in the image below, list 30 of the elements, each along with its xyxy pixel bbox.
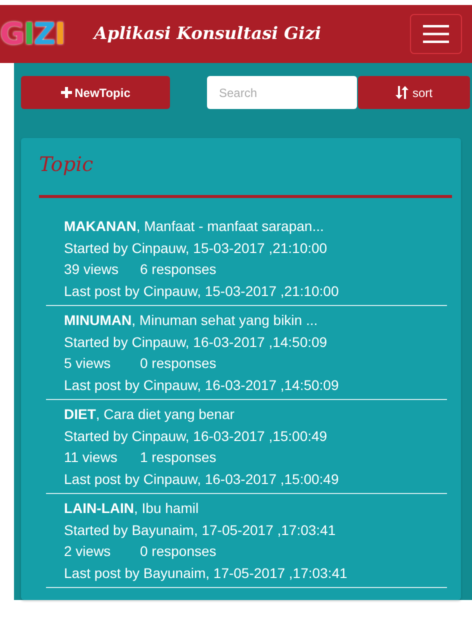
view-count: 2 views [64,542,112,561]
topic-title[interactable]: MAKANAN, Manfaat - manfaat sarapan... [64,216,447,238]
view-count: 11 views [64,448,118,467]
topic-title[interactable]: MINUMAN, Minuman sehat yang bikin ... [64,310,447,332]
app-title: Aplikasi Konsultasi Gizi [94,24,322,44]
topic-started: Started by Cinpauw, 15-03-2017 ,21:10:00 [64,238,328,258]
menu-button[interactable] [410,14,462,54]
view-count: 39 views [64,260,120,279]
topic-title[interactable]: LAIN-LAIN, Ibu hamil [64,498,447,520]
topic-started: Started by Bayunaim, 17-05-2017 ,17:03:41 [64,520,337,540]
topic-started: Started by Cinpauw, 16-03-2017 ,15:00:49 [64,426,328,446]
topic-last-post: Last post by Cinpauw, 15-03-2017 ,21:10:00 [64,282,340,301]
new-topic-button[interactable]: NewTopic [21,76,170,109]
response-count: 0 responses [140,542,216,561]
topic-started: Started by Cinpauw, 16-03-2017 ,14:50:09 [64,332,328,352]
topic-last-post: Last post by Cinpauw, 16-03-2017 ,14:50:09 [64,376,340,395]
logo: GIZI [0,16,66,52]
topic-last-post: Last post by Cinpauw, 16-03-2017 ,15:00:49 [64,470,340,489]
response-count: 1 responses [140,448,216,467]
search-field[interactable]: Search [207,76,357,109]
sort-icon [395,86,410,99]
panel-title: Topic [39,152,94,178]
sort-button[interactable]: sort [358,76,470,109]
response-count: 0 responses [140,354,216,373]
topic-title[interactable]: DIET, Cara diet yang benar [64,404,447,426]
menu-icon [423,25,449,43]
view-count: 5 views [64,354,112,373]
response-count: 6 responses [140,260,216,279]
plus-icon [60,87,72,98]
topic-last-post: Last post by Bayunaim, 17-05-2017 ,17:03:41 [64,564,348,583]
